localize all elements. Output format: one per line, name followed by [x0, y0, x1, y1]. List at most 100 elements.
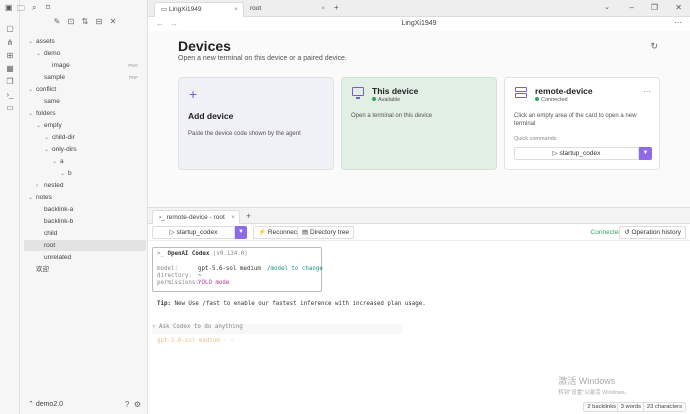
folder-item[interactable]: ⌄ a — [24, 156, 146, 167]
file-item[interactable]: child — [24, 228, 146, 239]
file-item[interactable]: unrelated — [24, 252, 146, 263]
file-item[interactable]: backlink-b — [24, 216, 146, 227]
help-icon[interactable]: ? — [125, 400, 129, 409]
chevron-down-icon: ⌄ — [52, 159, 58, 165]
card-title: remote-device — [535, 86, 593, 96]
close-icon[interactable]: × — [231, 211, 235, 224]
codex-header: >_ OpenAI Codex (v0.134.0) — [157, 251, 248, 257]
new-terminal-button[interactable]: + — [246, 211, 251, 221]
tab-lingxi[interactable]: ▭ LingXi1949 × — [154, 2, 244, 17]
templates-icon[interactable]: ❐ — [5, 77, 15, 87]
search-icon[interactable]: ⌕ — [32, 3, 36, 13]
permissions-value: YOLO mode — [198, 280, 230, 286]
file-item[interactable]: sample PDF — [24, 72, 146, 83]
operation-history-button[interactable]: ↺ Operation history — [619, 226, 686, 239]
bookmark-icon[interactable]: ⌑ — [46, 3, 50, 12]
plus-icon: + — [189, 86, 198, 102]
vault-switcher[interactable]: ⌃ demo2.0 — [28, 400, 63, 408]
chevron-down-icon: ⌄ — [28, 39, 34, 45]
folder-item[interactable]: ⌄ assets — [24, 36, 146, 47]
chevron-right-icon: › — [36, 183, 38, 189]
remote-device-card[interactable]: remote-device Connected ⋯ Click an empty… — [504, 77, 660, 170]
activation-watermark: 激活 Windows 转到"设置"以激活 Windows。 — [558, 376, 630, 396]
command-select[interactable]: ▷ startup_codex — [152, 226, 235, 239]
tree-item-label: conflict — [36, 86, 57, 93]
file-icon[interactable]: ▢ — [5, 24, 15, 34]
file-extension-badge: PDF — [129, 75, 138, 80]
sidebar-toggle-icon[interactable]: ▣ — [5, 3, 13, 12]
tree-item-label: b — [68, 170, 72, 177]
collapse-all-icon[interactable]: ⊟ — [94, 17, 104, 27]
ribbon: ▢ ⋔ ⊞ ▦ ❐ ›_ ▭ — [0, 0, 20, 414]
character-count: 23 characters — [642, 402, 686, 412]
graph-icon[interactable]: ⋔ — [5, 38, 15, 48]
folder-item[interactable]: ⌄ b — [24, 168, 146, 179]
file-item[interactable]: root — [24, 240, 146, 251]
tree-item-label: backlink-a — [44, 206, 74, 213]
folder-item[interactable]: ⌄ empty — [24, 120, 146, 131]
tab-root[interactable]: root × — [244, 2, 330, 17]
add-device-card[interactable]: + Add device Paste the device code shown… — [178, 77, 334, 170]
model-hint: /model to change — [267, 266, 323, 272]
terminal-tab[interactable]: ›_ remote-device - root × — [152, 210, 240, 224]
quick-commands-label: Quick commands — [514, 136, 557, 142]
backlinks-count[interactable]: 2 backlinks — [583, 402, 620, 412]
chevron-down-icon: ⌄ — [60, 171, 66, 177]
folder-item[interactable]: ⌄ conflict — [24, 84, 146, 95]
command-icon[interactable]: ▭ — [5, 103, 15, 113]
maximize-icon[interactable]: ❐ — [651, 3, 658, 12]
prompt-input[interactable]: › Ask Codex to do anything — [152, 324, 402, 334]
close-panel-icon[interactable]: ✕ — [108, 17, 118, 27]
file-item[interactable]: same — [24, 96, 146, 107]
terminal-icon[interactable]: ›_ — [5, 90, 15, 100]
folder-item[interactable]: ⌄ demo — [24, 48, 146, 59]
new-note-icon[interactable]: ✎ — [52, 17, 62, 27]
file-item[interactable]: backlink-a — [24, 204, 146, 215]
chevron-down-icon[interactable]: ▼ — [235, 226, 247, 239]
prompt-footer: gpt-5.6-sol medium · ~ — [157, 338, 234, 344]
tab-list-icon[interactable]: ⌄ — [604, 3, 610, 11]
minimize-icon[interactable]: – — [630, 3, 634, 12]
folder-item[interactable]: ⌄ child-dir — [24, 132, 146, 143]
terminal-output[interactable]: >_ OpenAI Codex (v0.134.0) model: gpt-5.… — [148, 241, 690, 399]
tree-item-label: 欢迎 — [36, 266, 49, 273]
file-item[interactable]: 欢迎 — [24, 264, 146, 275]
server-icon — [515, 87, 527, 99]
status-bar: 2 backlinks 3 words 23 characters — [148, 399, 690, 414]
tree-item-label: notes — [36, 194, 52, 201]
settings-icon[interactable]: ⚙ — [134, 400, 141, 409]
refresh-icon[interactable]: ↻ — [650, 41, 658, 52]
page-subtitle: Open a new terminal on this device or a … — [178, 55, 347, 62]
tree-item-label: only-dirs — [52, 146, 77, 153]
quick-command-button[interactable]: ▷ startup_codex — [514, 147, 639, 160]
more-options-icon[interactable]: ⋯ — [674, 18, 682, 27]
terminal-icon: ›_ — [159, 214, 165, 221]
folder-item[interactable]: › nested — [24, 180, 146, 191]
more-options-icon[interactable]: ⋯ — [643, 87, 651, 96]
directory-tree-button[interactable]: ▤ Directory tree — [297, 226, 354, 239]
calendar-icon[interactable]: ▦ — [5, 64, 15, 74]
tree-item-label: backlink-b — [44, 218, 74, 225]
chevron-down-icon: ⌄ — [36, 51, 42, 57]
canvas-icon[interactable]: ⊞ — [5, 51, 15, 61]
new-tab-button[interactable]: + — [334, 3, 339, 12]
tab-label: root — [250, 5, 262, 12]
tree-item-label: image — [52, 62, 70, 69]
chevron-down-icon[interactable]: ▼ — [639, 147, 652, 160]
this-device-card[interactable]: This device Available Open a terminal on… — [341, 77, 497, 170]
folder-item[interactable]: ⌄ folders — [24, 108, 146, 119]
folder-item[interactable]: ⌄ only-dirs — [24, 144, 146, 155]
folder-item[interactable]: ⌄ notes — [24, 192, 146, 203]
terminal-tab-bar: ›_ remote-device - root × + — [148, 207, 690, 224]
close-icon[interactable]: × — [234, 3, 238, 17]
close-icon[interactable]: × — [321, 2, 325, 16]
folder-icon[interactable]: 🗀 — [17, 3, 25, 17]
new-folder-icon[interactable]: ⊡ — [66, 17, 76, 27]
tab-label: LingXi1949 — [168, 6, 202, 13]
sort-icon[interactable]: ⇅ — [80, 17, 90, 27]
close-window-icon[interactable]: ✕ — [675, 3, 682, 12]
file-item[interactable]: image PNG — [24, 60, 146, 71]
file-extension-badge: PNG — [128, 63, 138, 68]
vault-actions: ? ⚙ — [125, 400, 141, 409]
view-title: LingXi1949 — [401, 20, 437, 27]
